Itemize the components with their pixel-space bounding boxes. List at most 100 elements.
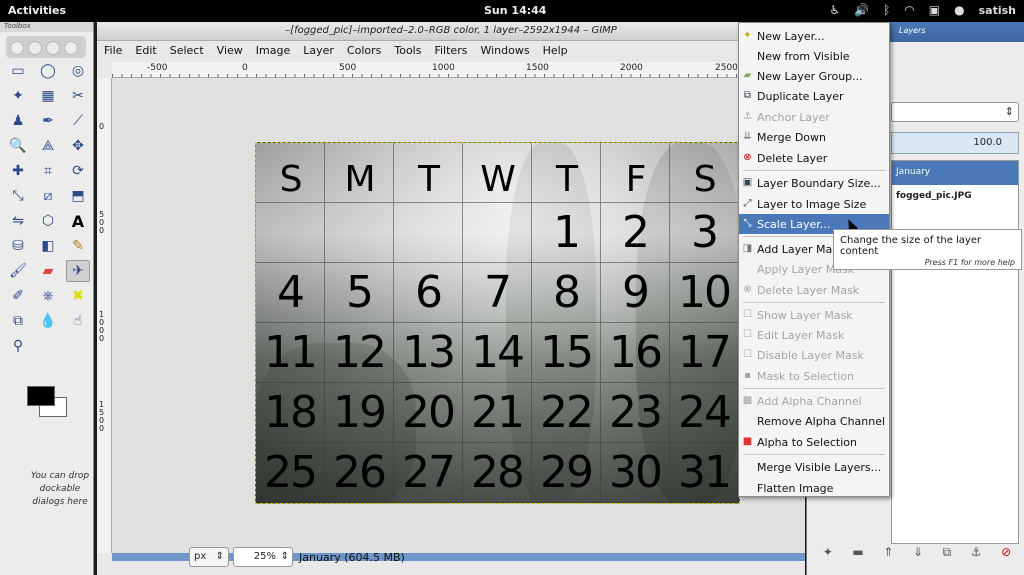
paintbrush-icon[interactable]: 🖌 xyxy=(6,260,30,282)
eraser-icon[interactable]: ▰ xyxy=(36,260,60,282)
menu-item-mask-to-selection[interactable]: ▪ Mask to Selection xyxy=(739,366,889,386)
move-icon[interactable]: ✥ xyxy=(66,135,90,157)
menu-item-flatten-image[interactable]: Flatten Image xyxy=(739,478,889,498)
new-group-icon[interactable]: ▬ xyxy=(852,545,863,559)
blur-icon[interactable]: 💧 xyxy=(36,310,60,332)
menu-select[interactable]: Select xyxy=(170,44,204,59)
blend-icon[interactable]: ◧ xyxy=(36,235,60,257)
menu-item-new-layer[interactable]: ✦ New Layer... xyxy=(739,26,889,46)
accessibility-icon[interactable]: ♿ xyxy=(829,3,840,17)
shear-icon[interactable]: ⧄ xyxy=(36,185,60,207)
clone-icon[interactable]: ⎈ xyxy=(36,285,60,307)
menu-item-show-layer-mask[interactable]: ☐ Show Layer Mask xyxy=(739,305,889,325)
menu-windows[interactable]: Windows xyxy=(480,44,529,59)
pencil-icon[interactable]: ✎ xyxy=(66,235,90,257)
menu-item-alpha-to-selection[interactable]: ■ Alpha to Selection xyxy=(739,432,889,452)
calendar-date-cell: 15 xyxy=(532,323,601,383)
unit-selector[interactable]: px ⇕ xyxy=(189,547,229,567)
menu-view[interactable]: View xyxy=(217,44,243,59)
menu-item-edit-layer-mask[interactable]: ☐ Edit Layer Mask xyxy=(739,325,889,345)
perspective-clone-icon[interactable]: ⧉ xyxy=(6,310,30,332)
opacity-field[interactable]: 100.0 xyxy=(891,132,1019,154)
menu-item-disable-layer-mask[interactable]: ☐ Disable Layer Mask xyxy=(739,345,889,365)
lower-layer-icon[interactable]: ⇓ xyxy=(913,545,923,559)
menu-filters[interactable]: Filters xyxy=(434,44,467,59)
menu-item-add-alpha-channel[interactable]: ▩ Add Alpha Channel xyxy=(739,391,889,411)
align-icon[interactable]: ✚ xyxy=(6,160,30,182)
scissors-select-icon[interactable]: ✂ xyxy=(66,85,90,107)
cage-icon[interactable]: ⬡ xyxy=(36,210,60,232)
color-select-icon[interactable]: ▦ xyxy=(36,85,60,107)
duplicate-layer-icon[interactable]: ⧉ xyxy=(943,545,952,560)
ruler-label: -500 xyxy=(147,63,168,73)
menu-item-layer-boundary-size[interactable]: ▣ Layer Boundary Size... xyxy=(739,173,889,193)
bluetooth-icon[interactable]: ᛒ xyxy=(883,3,890,17)
menu-item-delete-layer[interactable]: ⊗ Delete Layer xyxy=(739,148,889,168)
zoom-selector[interactable]: 25% ⇕ xyxy=(233,547,293,567)
menu-help[interactable]: Help xyxy=(543,44,568,59)
menu-item-new-from-visible[interactable]: New from Visible xyxy=(739,46,889,66)
menu-item-layer-to-image-size[interactable]: ⤢ Layer to Image Size xyxy=(739,194,889,214)
airbrush-icon[interactable]: ✈ xyxy=(66,260,90,282)
perspective-icon[interactable]: ⬒ xyxy=(66,185,90,207)
mode-selector[interactable]: ⇕ xyxy=(891,102,1019,122)
layer-row[interactable]: January xyxy=(892,161,1018,185)
delete-layer-icon[interactable]: ⊘ xyxy=(1001,545,1011,559)
ruler-label: 500 xyxy=(339,63,357,73)
menu-file[interactable]: File xyxy=(104,44,122,59)
new-layer-icon[interactable]: ✦ xyxy=(823,545,833,559)
foreground-color-swatch[interactable] xyxy=(27,386,55,406)
text-icon[interactable]: A xyxy=(66,210,90,232)
ruler-label: 2000 xyxy=(620,63,643,73)
bucket-fill-icon[interactable]: ⛁ xyxy=(6,235,30,257)
menu-edit[interactable]: Edit xyxy=(135,44,156,59)
canvas-area[interactable]: S M T W T F S 1 2 3 4 5 6 7 8 9 10 11 12 13 14 15 16 17 18 19 20 21… xyxy=(112,78,805,553)
activities-button[interactable]: Activities xyxy=(8,4,66,17)
crop-icon[interactable]: ⌗ xyxy=(36,160,60,182)
foreground-select-icon[interactable]: ♟ xyxy=(6,110,30,132)
calendar-date-cell: 17 xyxy=(670,323,739,383)
anchor-layer-icon[interactable]: ⚓ xyxy=(971,545,982,559)
horizontal-ruler[interactable]: -500 0 500 1000 1500 2000 2500 xyxy=(112,62,805,78)
menu-image[interactable]: Image xyxy=(256,44,290,59)
menu-item-new-layer-group[interactable]: ▰ New Layer Group... xyxy=(739,66,889,86)
calendar-day-header: S xyxy=(670,143,739,203)
clipboard-icon[interactable]: ▣ xyxy=(929,3,940,17)
fuzzy-select-icon[interactable]: ✦ xyxy=(6,85,30,107)
user-icon[interactable]: ● xyxy=(954,3,964,17)
wifi-icon[interactable]: ◠ xyxy=(904,3,914,17)
flip-icon[interactable]: ⇋ xyxy=(6,210,30,232)
raise-layer-icon[interactable]: ⇑ xyxy=(883,545,893,559)
dodge-burn-icon[interactable]: ⚲ xyxy=(6,335,30,357)
volume-icon[interactable]: 🔊 xyxy=(854,3,869,17)
clock[interactable]: Sun 14:44 xyxy=(484,4,546,17)
calendar-image[interactable]: S M T W T F S 1 2 3 4 5 6 7 8 9 10 11 12 13 14 15 16 17 18 19 20 21… xyxy=(255,142,740,504)
smudge-icon[interactable]: ☝ xyxy=(66,310,90,332)
menu-item-merge-down[interactable]: ⇊ Merge Down xyxy=(739,127,889,147)
menu-item-duplicate-layer[interactable]: ⧉ Duplicate Layer xyxy=(739,86,889,106)
paths-icon[interactable]: ✒ xyxy=(36,110,60,132)
menu-item-merge-visible-layers[interactable]: Merge Visible Layers... xyxy=(739,457,889,477)
menu-item-anchor-layer[interactable]: ⚓ Anchor Layer xyxy=(739,107,889,127)
measure-icon[interactable]: ⟁ xyxy=(36,135,60,157)
scale-icon[interactable]: ⤡ xyxy=(6,185,30,207)
menu-item-delete-layer-mask[interactable]: ⊗ Delete Layer Mask xyxy=(739,280,889,300)
zoom-icon[interactable]: 🔍 xyxy=(6,135,30,157)
ink-icon[interactable]: ✐ xyxy=(6,285,30,307)
calendar-date-cell: 30 xyxy=(601,443,670,503)
ruler-label: 1500 xyxy=(526,63,549,73)
menu-item-remove-alpha-channel[interactable]: Remove Alpha Channel xyxy=(739,411,889,431)
wilber-drop-area[interactable] xyxy=(6,36,86,58)
heal-icon[interactable]: ✖ xyxy=(66,285,90,307)
menu-layer[interactable]: Layer xyxy=(303,44,334,59)
user-name[interactable]: satish xyxy=(979,4,1016,17)
ellipse-select-icon[interactable]: ◯ xyxy=(36,60,60,82)
vertical-ruler[interactable]: 0 500 1000 1500 xyxy=(97,78,112,553)
layer-row[interactable]: fogged_pic.JPG xyxy=(892,185,1018,209)
rotate-icon[interactable]: ⟳ xyxy=(66,160,90,182)
color-picker-icon[interactable]: ⟋ xyxy=(66,110,90,132)
rect-select-icon[interactable]: ▭ xyxy=(6,60,30,82)
free-select-icon[interactable]: ◎ xyxy=(66,60,90,82)
menu-colors[interactable]: Colors xyxy=(347,44,381,59)
menu-tools[interactable]: Tools xyxy=(394,44,421,59)
